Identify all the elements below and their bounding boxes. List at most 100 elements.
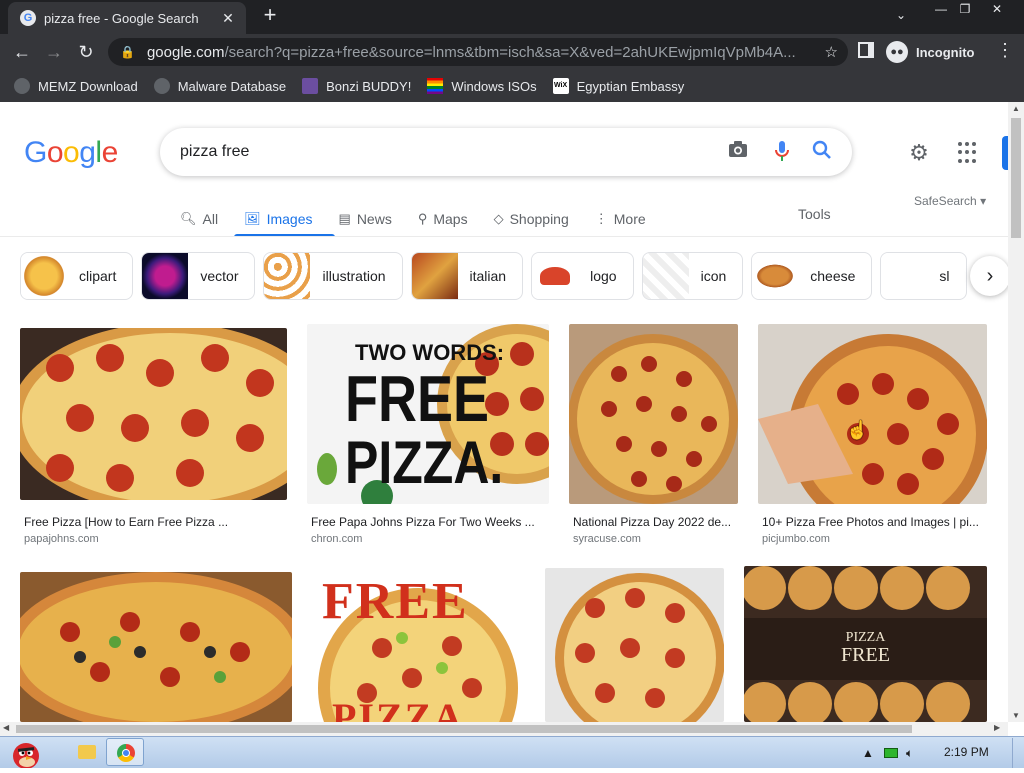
chip-italian[interactable]: italian	[410, 252, 524, 300]
tab-shopping[interactable]: ◇ Shopping	[494, 202, 569, 236]
bookmark-label: Windows ISOs	[451, 78, 537, 94]
tab-news[interactable]: ▤ News	[339, 202, 392, 236]
side-panel-icon[interactable]	[858, 42, 874, 58]
chip-label: icon	[700, 268, 727, 284]
globe-icon	[153, 78, 170, 94]
chip-clipart[interactable]: clipart	[20, 252, 134, 300]
bookmark-star-icon[interactable]: ☆	[825, 43, 838, 61]
tab-label: Shopping	[509, 211, 569, 227]
bonzi-icon	[302, 78, 319, 94]
result-image[interactable]	[20, 572, 292, 722]
search-input[interactable]: pizza free	[180, 143, 249, 161]
divider	[0, 236, 1008, 237]
settings-gear-icon[interactable]: ⚙	[906, 140, 932, 166]
result-source[interactable]: chron.com	[311, 533, 362, 545]
file-explorer-taskbar-button[interactable]	[68, 738, 106, 766]
show-desktop-button[interactable]	[1012, 738, 1024, 768]
search-icon[interactable]	[810, 140, 834, 164]
forward-arrow-icon[interactable]: →	[42, 40, 66, 64]
google-apps-icon[interactable]	[958, 142, 980, 164]
image-text-pizza: PIZZA	[332, 695, 465, 722]
safesearch-dropdown[interactable]: SafeSearch ▾	[914, 194, 986, 208]
address-bar[interactable]: 🔒 google.com /search?q=pizza+free&source…	[108, 38, 848, 66]
back-arrow-icon[interactable]: ←	[10, 40, 34, 64]
volume-icon[interactable]: 🔈︎	[906, 746, 913, 761]
reload-icon[interactable]: ↻	[74, 40, 98, 64]
scroll-left-arrow-icon[interactable]: ◀	[3, 723, 9, 732]
result-image[interactable]	[545, 568, 724, 722]
url-host: google.com	[146, 43, 225, 61]
chrome-taskbar-button[interactable]	[106, 738, 144, 766]
result-caption[interactable]: Free Papa Johns Pizza For Two Weeks ...	[311, 515, 535, 529]
restore-button[interactable]: ❐	[950, 0, 980, 18]
network-icon[interactable]	[884, 748, 898, 758]
tab-images[interactable]: 🖼︎ Images	[234, 202, 336, 237]
result-source[interactable]: syracuse.com	[573, 533, 641, 545]
tab-title: pizza free - Google Search	[44, 10, 199, 26]
start-button[interactable]	[2, 738, 46, 769]
vertical-scrollbar[interactable]: ▲ ▼	[1008, 102, 1024, 722]
chip-thumbnail	[411, 253, 458, 299]
microphone-icon[interactable]	[770, 140, 794, 164]
scroll-up-arrow-icon[interactable]: ▲	[1012, 104, 1020, 113]
globe-icon	[14, 78, 30, 94]
tab-label: More	[613, 211, 646, 227]
bookmark-memz[interactable]: MEMZ Download	[14, 78, 138, 94]
bookmark-egyptian-embassy[interactable]: WiX Egyptian Embassy	[552, 78, 684, 94]
search-icon: 🔍︎	[180, 211, 197, 226]
tab-more[interactable]: ⋮ More	[595, 202, 646, 236]
tab-search-icon[interactable]: ⌄	[896, 8, 906, 22]
chip-thumbnail	[142, 253, 189, 299]
taskbar-clock[interactable]: 2:19 PM	[944, 745, 989, 759]
bookmark-label: Bonzi BUDDY!	[326, 78, 412, 94]
image-text-free: FREE	[841, 644, 890, 666]
result-image[interactable]: FREE PIZZA	[312, 568, 525, 722]
show-hidden-icons-icon[interactable]: ▲	[862, 746, 874, 760]
chip-cheese[interactable]: cheese	[751, 252, 873, 300]
scroll-down-arrow-icon[interactable]: ▼	[1012, 711, 1020, 720]
google-logo[interactable]: Google	[24, 136, 118, 170]
tab-all[interactable]: 🔍︎ All	[180, 202, 218, 236]
bookmark-windows-isos[interactable]: Windows ISOs	[427, 78, 537, 94]
url-path: /search?q=pizza+free&source=lnms&tbm=isc…	[224, 43, 796, 61]
result-source[interactable]: picjumbo.com	[762, 533, 830, 545]
chip-slice[interactable]: sl	[880, 252, 967, 300]
bookmark-bonzi[interactable]: Bonzi BUDDY!	[302, 78, 411, 94]
result-image[interactable]	[758, 324, 987, 504]
chip-thumbnail	[21, 253, 67, 299]
tab-maps[interactable]: ⚲ Maps	[418, 202, 468, 236]
scrollbar-thumb[interactable]	[16, 725, 912, 733]
result-image[interactable]	[20, 328, 287, 500]
chrome-icon	[117, 744, 135, 762]
new-tab-button[interactable]: +	[258, 4, 282, 28]
horizontal-scrollbar[interactable]: ◀ ▶	[0, 722, 1008, 736]
chip-illustration[interactable]: illustration	[263, 252, 403, 300]
result-caption[interactable]: Free Pizza [How to Earn Free Pizza ...	[24, 515, 228, 529]
search-box[interactable]: pizza free	[160, 128, 852, 176]
scrollbar-thumb[interactable]	[1011, 118, 1021, 238]
chip-logo[interactable]: logo	[531, 252, 634, 300]
chip-icon[interactable]: icon	[641, 252, 744, 300]
result-caption[interactable]: 10+ Pizza Free Photos and Images | pi...	[762, 515, 979, 529]
chrome-menu-icon[interactable]: ⋮	[996, 40, 1014, 61]
camera-icon[interactable]	[726, 140, 750, 164]
scroll-right-arrow-icon[interactable]: ▶	[994, 723, 1000, 732]
newspaper-icon: ▤	[338, 211, 351, 226]
chevron-right-icon[interactable]: ›	[970, 256, 1008, 296]
browser-tab[interactable]: G pizza free - Google Search ✕	[8, 2, 246, 34]
map-pin-icon: ⚲	[417, 211, 428, 226]
close-window-button[interactable]: ✕	[982, 0, 1012, 18]
tools-button[interactable]: Tools	[798, 206, 831, 222]
incognito-indicator[interactable]: ●● Incognito	[886, 38, 975, 66]
chip-label: clipart	[79, 268, 117, 284]
bookmark-malware-db[interactable]: Malware Database	[153, 78, 286, 94]
result-source[interactable]: papajohns.com	[24, 533, 99, 545]
tab-label: All	[202, 211, 219, 227]
result-caption[interactable]: National Pizza Day 2022 de...	[573, 515, 731, 529]
close-tab-icon[interactable]: ✕	[218, 8, 238, 28]
result-image[interactable]: PIZZA FREE	[744, 566, 987, 722]
result-image[interactable]	[569, 324, 738, 504]
chip-vector[interactable]: vector	[141, 252, 256, 300]
result-image[interactable]: TWO WORDS: FREE PIZZA.	[307, 324, 549, 504]
search-tabs: 🔍︎ All 🖼︎ Images ▤ News ⚲ Maps ◇ Shopping ⋮ Mo…	[180, 202, 672, 237]
